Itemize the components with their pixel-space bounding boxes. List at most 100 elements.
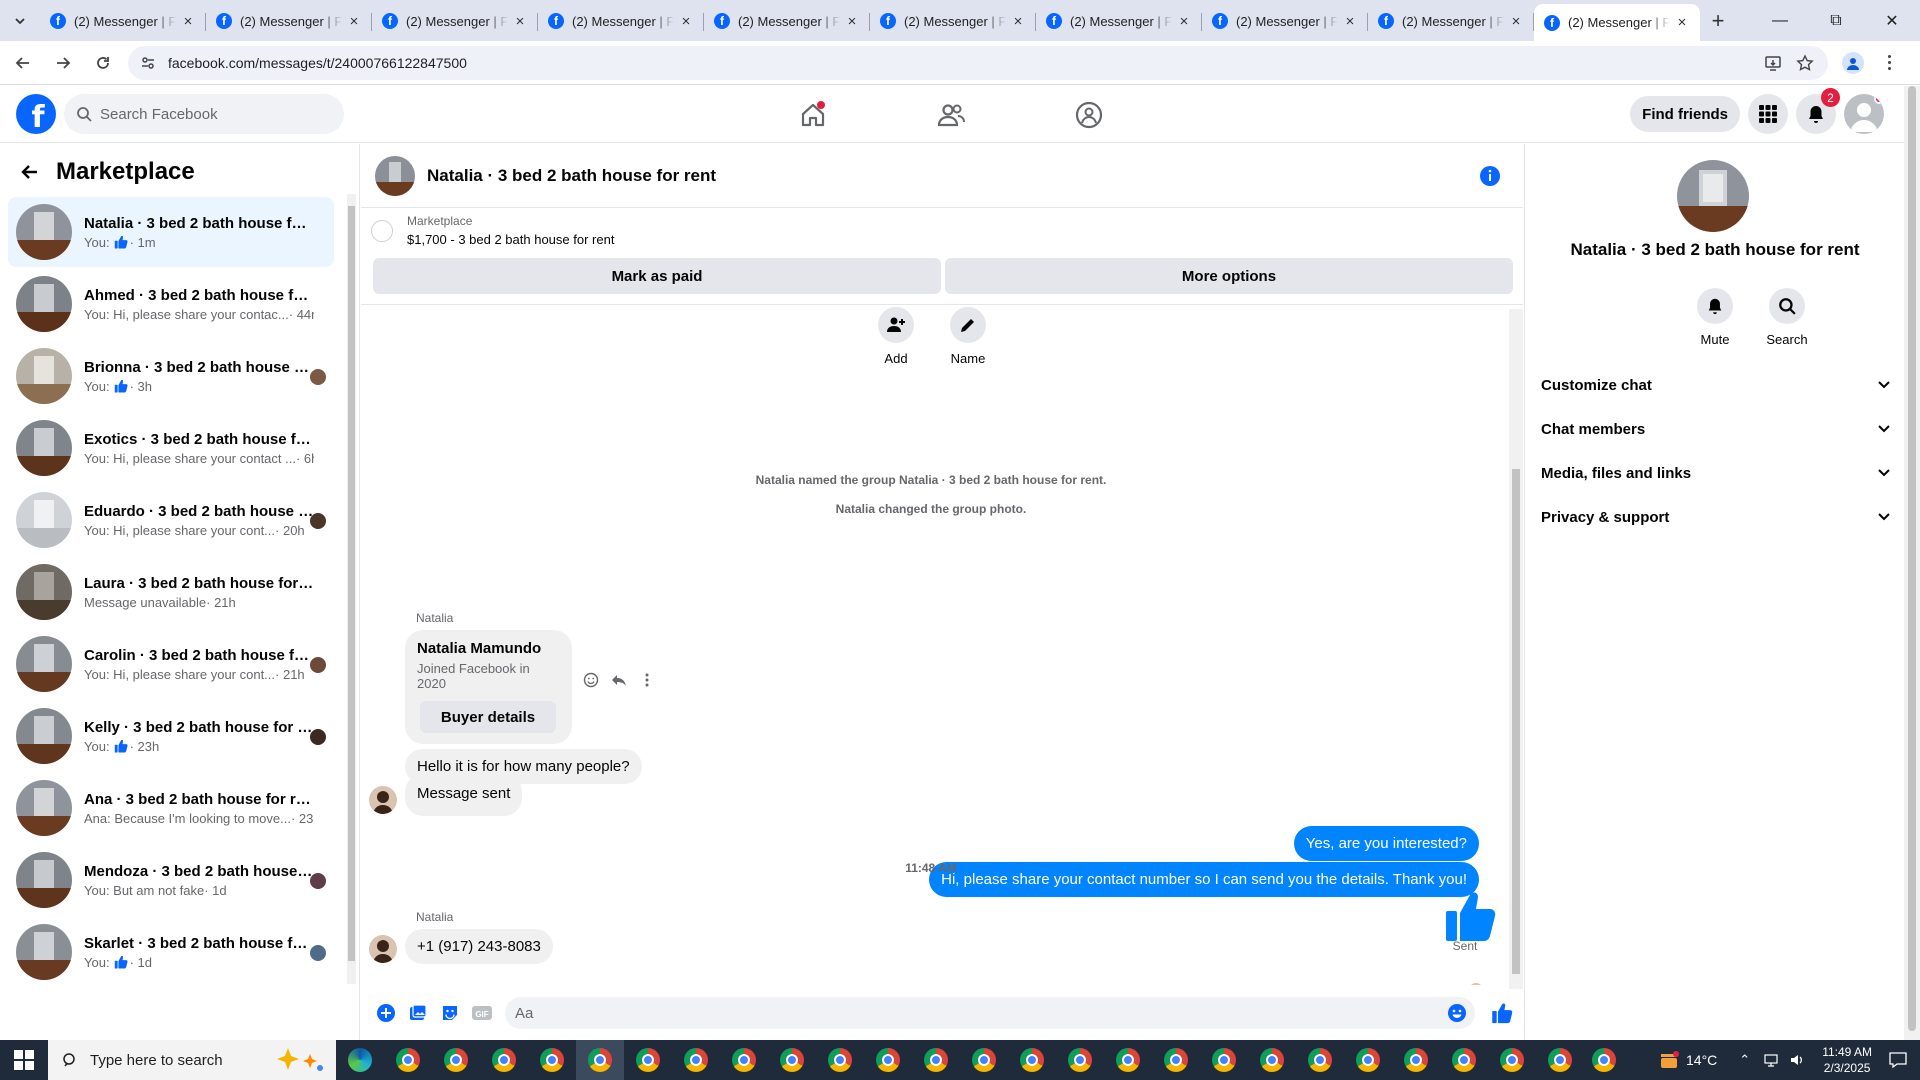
chrome-taskbar-icon[interactable] [432,1040,480,1080]
bookmark-star-icon[interactable] [1796,53,1814,72]
listing-status-radio[interactable] [371,220,393,242]
page-scrollbar[interactable] [1904,86,1920,1040]
chrome-taskbar-icon[interactable] [960,1040,1008,1080]
network-icon[interactable] [1763,1052,1779,1068]
incoming-message[interactable]: +1 (917) 243-8083 [405,929,553,964]
chrome-taskbar-icon[interactable] [1008,1040,1056,1080]
chat-list-item[interactable]: Ana · 3 bed 2 bath house for rent Ana: Be… [8,773,334,843]
chat-list-item[interactable]: Laura · 3 bed 2 bath house for rent Messa… [8,557,334,627]
close-tab-icon[interactable]: × [1010,13,1026,30]
omnibox[interactable]: facebook.com/messages/t/2400076612284750… [128,45,1828,80]
conversation-title[interactable]: Natalia · 3 bed 2 bath house for rent [427,166,716,186]
search-conversation-action[interactable]: Search [1757,288,1817,347]
forward-button[interactable] [46,46,80,80]
conversation-info-button[interactable] [1479,165,1501,187]
chrome-taskbar-icon[interactable] [1248,1040,1296,1080]
chrome-taskbar-icon[interactable] [1056,1040,1104,1080]
facebook-logo[interactable]: f [16,94,56,135]
back-button[interactable] [6,46,40,80]
new-tab-button[interactable]: + [1700,4,1736,38]
message-input[interactable] [515,1004,1447,1022]
close-tab-icon[interactable]: × [1342,13,1358,30]
weather-widget[interactable]: 14°C [1658,1050,1717,1070]
close-tab-icon[interactable]: × [844,13,860,30]
more-options-button[interactable]: More options [945,258,1513,294]
url-text[interactable]: facebook.com/messages/t/2400076612284750… [168,55,467,71]
chrome-taskbar-icon[interactable] [1104,1040,1152,1080]
chat-list-item[interactable]: Skarlet · 3 bed 2 bath house for rent You… [8,917,334,987]
conversation-photo[interactable] [1677,160,1749,232]
mute-action[interactable]: Mute [1685,288,1745,347]
chrome-taskbar-icon[interactable] [576,1040,624,1080]
groups-nav[interactable] [1033,86,1145,143]
reload-button[interactable] [86,46,120,80]
browser-tab[interactable]: f (2) Messenger | Fa × [1036,4,1202,38]
chat-list-scrollbar[interactable] [347,194,356,984]
browser-tab[interactable]: f (2) Messenger | Fa × [1368,4,1534,38]
close-tab-icon[interactable]: × [512,13,528,30]
close-tab-icon[interactable]: × [1508,13,1524,30]
chrome-taskbar-icon[interactable] [672,1040,720,1080]
chrome-taskbar-icon[interactable] [816,1040,864,1080]
facebook-search-input[interactable] [100,105,300,123]
chat-list-item[interactable]: Mendoza · 3 bed 2 bath house for rent You… [8,845,334,915]
chrome-taskbar-icon[interactable] [1392,1040,1440,1080]
notification-center-icon[interactable] [1888,1050,1908,1070]
chrome-taskbar-icon[interactable] [1584,1040,1624,1080]
chat-members-section[interactable]: Chat members [1541,407,1891,451]
volume-icon[interactable] [1789,1052,1805,1068]
outgoing-message[interactable]: Yes, are you interested? [1293,826,1479,861]
emoji-icon[interactable] [1447,1003,1467,1023]
chat-list-item[interactable]: Exotics · 3 bed 2 bath house for rent You… [8,413,334,483]
browser-tab[interactable]: f (2) Messenger | Fa × [1202,4,1368,38]
close-window-button[interactable]: ✕ [1864,0,1920,41]
name-group-action[interactable]: Name [938,307,998,366]
more-actions-button[interactable] [373,1000,399,1026]
chrome-taskbar-icon[interactable] [624,1040,672,1080]
sender-avatar[interactable] [369,935,397,963]
add-member-action[interactable]: Add [866,307,926,366]
tab-search-button[interactable] [0,0,40,41]
close-tab-icon[interactable]: × [1176,13,1192,30]
chat-list-item[interactable]: Eduardo · 3 bed 2 bath house for rent You… [8,485,334,555]
chrome-taskbar-icon[interactable] [864,1040,912,1080]
menu-button[interactable] [1748,94,1788,134]
customize-chat-section[interactable]: Customize chat [1541,363,1891,407]
sender-avatar[interactable] [369,786,397,814]
browser-menu-icon[interactable] [1878,52,1900,74]
media-files-links-section[interactable]: Media, files and links [1541,451,1891,495]
close-tab-icon[interactable]: × [346,13,362,30]
chrome-taskbar-icon[interactable] [1152,1040,1200,1080]
sticker-button[interactable] [437,1000,463,1026]
mark-as-paid-button[interactable]: Mark as paid [373,258,941,294]
listing-description[interactable]: $1,700 - 3 bed 2 bath house for rent [407,232,614,247]
browser-tab[interactable]: f (2) Messenger | Fa × [1534,4,1700,41]
taskbar-search[interactable]: Type here to search [48,1040,336,1080]
chrome-taskbar-icon[interactable] [912,1040,960,1080]
account-avatar[interactable] [1844,94,1884,134]
reply-button[interactable] [610,671,628,689]
browser-tab[interactable]: f (2) Messenger | Fa × [372,4,538,38]
chat-list-item[interactable]: Kelly · 3 bed 2 bath house for rent You: ·… [8,701,334,771]
chrome-taskbar-icon[interactable] [1200,1040,1248,1080]
browser-tab[interactable]: f (2) Messenger | Fa × [206,4,372,38]
chrome-taskbar-icon[interactable] [1536,1040,1584,1080]
chrome-taskbar-icon[interactable] [1440,1040,1488,1080]
start-button[interactable] [0,1040,48,1080]
chrome-taskbar-icon[interactable] [1344,1040,1392,1080]
buyer-details-button[interactable]: Buyer details [420,701,556,733]
find-friends-button[interactable]: Find friends [1630,96,1740,132]
chat-list-item[interactable]: Natalia · 3 bed 2 bath house for rent You… [8,197,334,267]
chat-list-item[interactable]: Brionna · 3 bed 2 bath house for rent You… [8,341,334,411]
react-button[interactable] [582,671,600,689]
chrome-taskbar-icon[interactable] [1296,1040,1344,1080]
minimize-button[interactable]: — [1752,0,1808,41]
clock[interactable]: 11:49 AM 2/3/2025 [1822,1044,1872,1076]
chrome-taskbar-icon[interactable] [528,1040,576,1080]
home-nav[interactable] [757,86,869,143]
chrome-taskbar-icon[interactable] [720,1040,768,1080]
chrome-taskbar-icon[interactable] [480,1040,528,1080]
facebook-search[interactable] [64,94,344,134]
install-app-icon[interactable] [1764,54,1782,72]
chevron-up-icon[interactable]: ⌃ [1739,1052,1750,1068]
